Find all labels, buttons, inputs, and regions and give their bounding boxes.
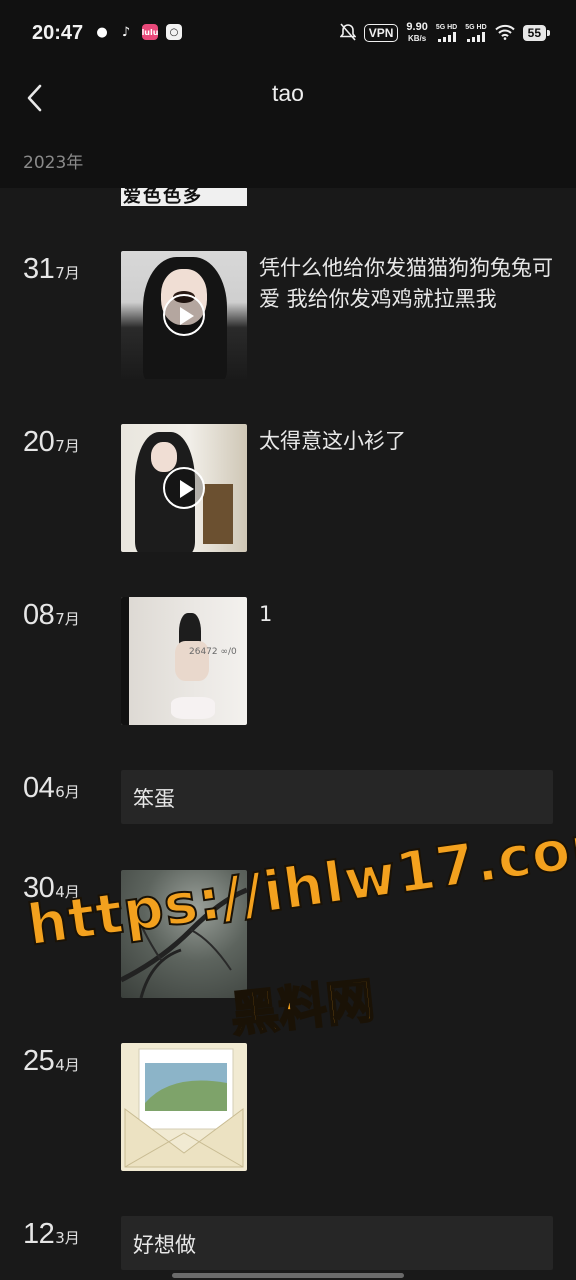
signal-bars-icon: [437, 32, 456, 42]
envelope-photo-image: [124, 1048, 244, 1168]
entry-day: 31: [23, 253, 55, 285]
wechat-icon: ●: [96, 24, 108, 40]
image-overlay-text: 26472 ∞/0: [189, 647, 237, 657]
mute-bell-icon: [339, 22, 357, 44]
text-post-card[interactable]: 笨蛋: [121, 770, 553, 824]
speed-unit: KB/s: [408, 34, 427, 43]
wifi-icon: [494, 24, 515, 43]
entry-day: 04: [23, 772, 55, 804]
moments-feed[interactable]: 爱色色多 31 7月 凭什么他给你发猫猫狗狗兔兔可爱 我给你发鸡鸡就拉黑我 20…: [0, 188, 576, 1280]
video-thumbnail[interactable]: [121, 251, 247, 379]
entry-caption: 1: [259, 602, 273, 626]
sim1-label: 5G HD: [435, 24, 458, 31]
entry-date: 31 7月: [23, 253, 80, 286]
battery-indicator: 55: [522, 25, 551, 41]
play-icon: [163, 294, 205, 336]
speed-value: 9.90: [406, 21, 428, 33]
app-badge-icon: lulu: [142, 24, 158, 40]
video-thumbnail[interactable]: [121, 424, 247, 552]
image-thumbnail[interactable]: [121, 870, 247, 998]
entry-date: 30 4月: [23, 872, 80, 905]
entry-date: 08 7月: [23, 599, 80, 632]
partial-thumbnail[interactable]: 爱色色多: [121, 188, 247, 206]
status-bar: 20:47 ● ♪ lulu ○ VPN 9.90 KB/s 5G HD 5G …: [0, 0, 576, 68]
text-post-card[interactable]: 好想做: [121, 1216, 553, 1270]
entry-caption: 凭什么他给你发猫猫狗狗兔兔可爱 我给你发鸡鸡就拉黑我: [259, 256, 553, 311]
signal-sim1: 5G HD: [436, 24, 457, 42]
entry-month: 6月: [55, 783, 80, 801]
entry-date: 25 4月: [23, 1045, 80, 1078]
entry-day: 12: [23, 1218, 55, 1250]
entry-day: 20: [23, 426, 55, 458]
entry-month: 7月: [55, 437, 80, 455]
sim2-label: 5G HD: [465, 24, 487, 31]
entry-date: 04 6月: [23, 772, 80, 805]
entry-month: 4月: [55, 1056, 80, 1074]
entry-month: 3月: [55, 1229, 80, 1247]
page-title: tao: [272, 80, 304, 106]
signal-bars-icon: [466, 32, 485, 42]
image-thumbnail[interactable]: [121, 1043, 247, 1171]
app-header: tao 2023年: [0, 68, 576, 188]
entry-date: 20 7月: [23, 426, 80, 459]
vpn-badge: VPN: [363, 24, 399, 42]
tiktok-icon: ♪: [121, 24, 131, 40]
entry-caption: 太得意这小衫了: [259, 429, 406, 453]
signal-sim2: 5G HD: [465, 24, 487, 42]
status-notification-icons: ● ♪ lulu ○: [94, 24, 182, 40]
entry-month: 7月: [55, 264, 80, 282]
status-system-icons: VPN 9.90 KB/s 5G HD 5G HD 55: [339, 22, 551, 44]
message-icon: ○: [166, 24, 182, 40]
year-section-label: 2023年: [23, 153, 84, 173]
play-icon: [163, 467, 205, 509]
entry-date: 12 3月: [23, 1218, 80, 1251]
tree-branches-image: [121, 887, 247, 998]
entry-month: 4月: [55, 883, 80, 901]
partial-thumbnail-text: 爱色色多: [123, 188, 203, 206]
entry-day: 30: [23, 872, 55, 904]
entry-month: 7月: [55, 610, 80, 628]
image-thumbnail[interactable]: 26472 ∞/0: [121, 597, 247, 725]
home-indicator[interactable]: [172, 1273, 404, 1278]
network-speed: 9.90 KB/s: [406, 22, 427, 44]
entry-day: 08: [23, 599, 55, 631]
entry-day: 25: [23, 1045, 55, 1077]
status-time: 20:47: [32, 22, 84, 44]
